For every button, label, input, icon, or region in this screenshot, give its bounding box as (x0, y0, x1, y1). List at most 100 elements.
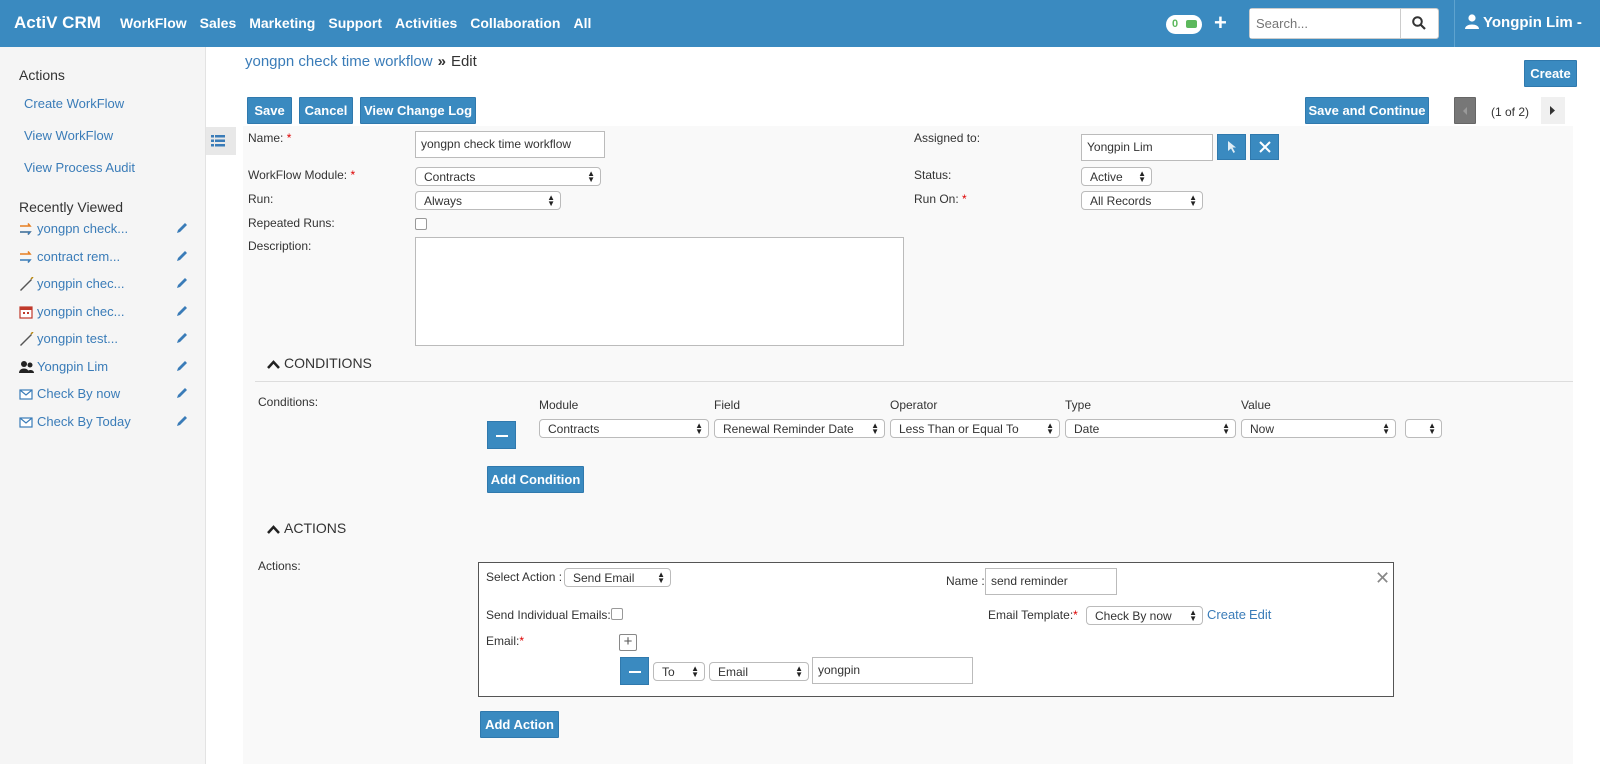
sidebar: Actions Create WorkFlow View WorkFlow Vi… (0, 47, 206, 764)
previous-record-button[interactable] (1454, 97, 1476, 124)
nav-item-workflow[interactable]: WorkFlow (120, 15, 187, 31)
recent-item[interactable]: contract rem... (19, 249, 189, 269)
nav-divider (1454, 0, 1455, 47)
condition-field-select[interactable]: Renewal Reminder Date ▲ ▼ (714, 419, 885, 438)
assigned-to-field[interactable]: Yongpin Lim (1081, 134, 1213, 161)
pencil-edit-icon[interactable] (175, 331, 189, 345)
actions-section-toggle[interactable]: ACTIONS (267, 520, 346, 536)
recipient-type-select[interactable]: To ▲ ▼ (653, 662, 705, 681)
conditions-divider (255, 381, 1573, 382)
pencil-edit-icon[interactable] (175, 386, 189, 400)
recent-item-label: yongpn check... (37, 221, 129, 236)
pencil-edit-icon[interactable] (175, 221, 189, 235)
workflow-module-select[interactable]: Contracts ▲ ▼ (415, 167, 601, 186)
repeated-runs-label: Repeated Runs: (248, 216, 335, 230)
sidebar-link-create-workflow[interactable]: Create WorkFlow (24, 96, 124, 111)
add-condition-button[interactable]: Add Condition (487, 466, 584, 493)
global-search (1249, 8, 1439, 39)
view-change-log-button[interactable]: View Change Log (360, 97, 476, 124)
pencil-edit-icon[interactable] (175, 276, 189, 290)
template-edit-link[interactable]: Edit (1249, 607, 1271, 622)
condition-column-field: Field (714, 398, 741, 412)
nav-item-support[interactable]: Support (328, 15, 382, 31)
condition-column-type: Type (1065, 398, 1092, 412)
user-name: Yongpin Lim - (1483, 14, 1582, 31)
nav-item-sales[interactable]: Sales (200, 15, 237, 31)
condition-operator-select[interactable]: Less Than or Equal To ▲ ▼ (890, 419, 1060, 438)
save-button[interactable]: Save (247, 97, 292, 124)
quick-create-plus-icon[interactable]: + (1214, 10, 1227, 36)
pencil-edit-icon[interactable] (175, 249, 189, 263)
select-user-button[interactable] (1217, 134, 1246, 160)
calendar-icon (19, 306, 33, 319)
brand-logo[interactable]: ActiV CRM (14, 13, 101, 33)
top-navbar: ActiV CRM WorkFlow Sales Marketing Suppo… (0, 0, 1600, 47)
condition-type-select[interactable]: Date ▲ ▼ (1065, 419, 1236, 438)
recent-item[interactable]: yongpin chec... (19, 304, 189, 324)
condition-module-select[interactable]: Contracts ▲ ▼ (539, 419, 709, 438)
description-textarea[interactable] (415, 237, 904, 346)
sidebar-link-view-process-audit[interactable]: View Process Audit (24, 160, 135, 175)
conditions-label: Conditions: (258, 395, 319, 409)
email-label: Email:* (486, 634, 525, 648)
chevron-left-icon (1463, 107, 1467, 115)
search-input[interactable] (1250, 9, 1400, 38)
recent-item-label: Yongpin Lim (37, 359, 109, 374)
add-action-button[interactable]: Add Action (480, 711, 559, 738)
name-field[interactable]: yongpn check time workflow (415, 131, 605, 158)
sidebar-link-view-workflow[interactable]: View WorkFlow (24, 128, 113, 143)
recent-item[interactable]: yongpn check... (19, 221, 189, 241)
template-create-link[interactable]: Create (1207, 607, 1246, 622)
condition-value-select[interactable]: Now ▲ ▼ (1241, 419, 1396, 438)
pencil-edit-icon[interactable] (175, 414, 189, 428)
recent-item[interactable]: Check By Today (19, 414, 189, 434)
recent-item-label: Check By Today (37, 414, 131, 429)
recipient-value-field[interactable]: yongpin (812, 657, 973, 684)
select-action-label: Select Action : (486, 570, 563, 584)
condition-column-operator: Operator (890, 398, 938, 412)
chat-bubble-icon (1186, 20, 1197, 28)
cancel-button[interactable]: Cancel (299, 97, 353, 124)
save-and-continue-button[interactable]: Save and Continue (1305, 97, 1429, 124)
user-icon (1465, 14, 1479, 29)
recent-item-label: yongpin chec... (37, 304, 125, 319)
notifications-badge[interactable]: 0 (1166, 15, 1202, 34)
email-template-select[interactable]: Check By now ▲ ▼ (1086, 606, 1203, 625)
conditions-section-toggle[interactable]: CONDITIONS (267, 355, 372, 371)
status-select[interactable]: Active ▲ ▼ (1081, 167, 1152, 186)
next-record-button[interactable] (1541, 97, 1565, 124)
add-recipient-plus-icon[interactable]: + (619, 634, 637, 651)
sidebar-recent-heading: Recently Viewed (19, 199, 124, 215)
breadcrumb-current: Edit (450, 53, 477, 70)
remove-condition-button[interactable] (487, 421, 516, 449)
breadcrumb-separator: » (437, 53, 446, 70)
remove-recipient-button[interactable] (620, 657, 649, 685)
actions-label: Actions: (258, 559, 301, 573)
nav-item-collaboration[interactable]: Collaboration (470, 15, 560, 31)
action-name-field[interactable]: send reminder (985, 568, 1117, 595)
repeated-runs-checkbox[interactable] (415, 218, 427, 230)
clear-user-button[interactable] (1250, 134, 1279, 160)
breadcrumb-record-link[interactable]: yongpn check time workflow (245, 53, 433, 70)
user-menu[interactable]: Yongpin Lim - (1465, 14, 1582, 31)
recipient-field-select[interactable]: Email ▲ ▼ (709, 662, 809, 681)
recent-item[interactable]: yongpin test... (19, 331, 189, 351)
chevron-up-icon (267, 360, 280, 369)
send-individual-emails-checkbox[interactable] (611, 608, 623, 620)
list-toggle[interactable] (206, 127, 236, 155)
select-action-select[interactable]: Send Email ▲ ▼ (564, 568, 671, 587)
remove-action-close-icon[interactable]: ✕ (1375, 568, 1390, 589)
search-button[interactable] (1400, 9, 1438, 38)
nav-item-marketing[interactable]: Marketing (249, 15, 315, 31)
nav-item-all[interactable]: All (574, 15, 592, 31)
recent-item[interactable]: Yongpin Lim (19, 359, 189, 379)
nav-item-activities[interactable]: Activities (395, 15, 457, 31)
run-select[interactable]: Always ▲ ▼ (415, 191, 561, 210)
pencil-edit-icon[interactable] (175, 304, 189, 318)
create-button[interactable]: Create (1524, 60, 1577, 87)
recent-item[interactable]: Check By now (19, 386, 189, 406)
run-on-select[interactable]: All Records ▲ ▼ (1081, 191, 1203, 210)
pencil-edit-icon[interactable] (175, 359, 189, 373)
condition-extra-select[interactable]: ▲ ▼ (1405, 419, 1442, 438)
recent-item[interactable]: yongpin chec... (19, 276, 189, 296)
